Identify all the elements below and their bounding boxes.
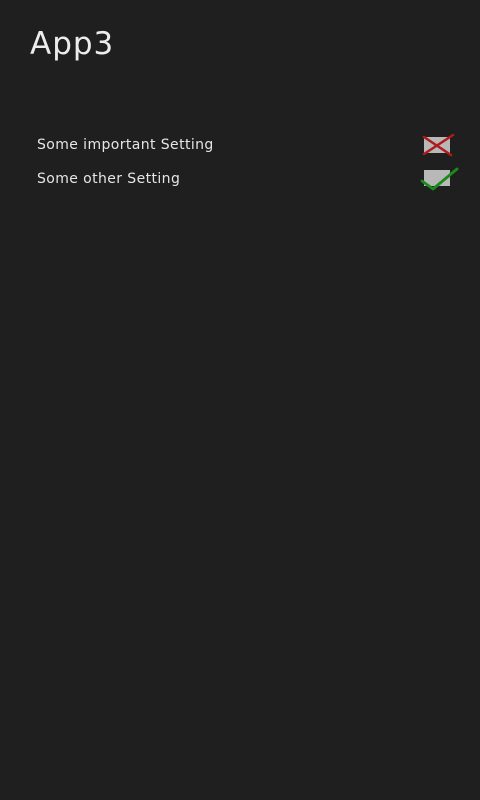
setting-checkbox-other[interactable] [420,166,460,192]
setting-row-other[interactable]: Some other Setting [0,162,480,196]
setting-row-important[interactable]: Some important Setting [0,128,480,162]
setting-label: Some important Setting [37,137,214,153]
settings-list: Some important Setting Some other Settin… [0,128,480,196]
app-title: App3 [30,26,115,62]
setting-label: Some other Setting [37,171,181,187]
setting-checkbox-important[interactable] [420,132,460,158]
check-icon [420,167,459,191]
cross-icon [422,133,455,157]
